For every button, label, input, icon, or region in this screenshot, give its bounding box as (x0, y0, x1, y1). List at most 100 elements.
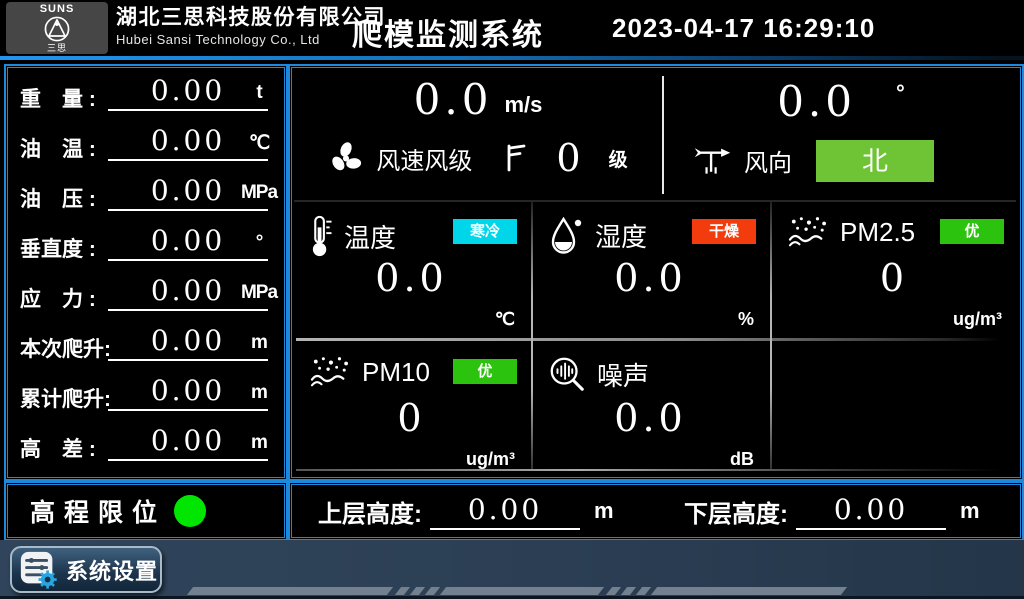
metric-label: 高 差 : (20, 433, 96, 463)
metric-label: 垂直度 : (20, 233, 96, 263)
hydraulic-metrics-panel: 重 量 : 0.00 t 油 温 : 0.00 ℃ 油 压 : 0.00 MPa… (4, 64, 288, 481)
wind-direction-value-line: 0.0 ° (666, 78, 1016, 126)
metric-label: 累计爬升: (20, 383, 111, 413)
upper-height-unit: m (594, 498, 614, 524)
noise-icon (547, 354, 587, 394)
metric-unit: ℃ (240, 132, 278, 155)
status-badge: 优 (940, 219, 1004, 244)
lower-height-group: 下层高度: 0.00 m (684, 485, 980, 537)
wind-direction-display: 北 (816, 140, 934, 182)
taskbar-stripe-slash (425, 587, 440, 595)
wind-direction-label: 风向 (744, 143, 792, 178)
metric-row-oil-pressure: 油 压 : 0.00 MPa (12, 172, 280, 222)
taskbar-stripe-slash (606, 587, 621, 595)
taskbar-stripe-slash (621, 587, 636, 595)
thermometer-icon (308, 214, 334, 258)
logo-suns-text: SUNS (6, 3, 108, 15)
sensor-unit: ug/m³ (466, 449, 515, 470)
sensor-value: 0.0 (533, 396, 768, 440)
sensor-head: 湿度 (547, 214, 647, 256)
sensor-cell-noise: 噪声 0.0 dB (533, 342, 768, 476)
lower-height-value: 0.00 (796, 493, 946, 530)
metric-row-weight: 重 量 : 0.00 t (12, 72, 280, 122)
climbing-formwork-monitor-screen: SUNS 三思 湖北三思科技股份有限公司 Hubei Sansi Technol… (0, 0, 1024, 599)
status-badge: 寒冷 (453, 219, 517, 244)
suns-logo-icon (43, 15, 71, 43)
wind-level-value: 0 (556, 136, 580, 180)
sensor-label: 温度 (344, 218, 396, 255)
metric-label: 油 压 : (20, 183, 96, 213)
metric-row-oil-temp: 油 温 : 0.00 ℃ (12, 122, 280, 172)
fan-icon (328, 140, 364, 176)
sensor-unit: ℃ (495, 309, 515, 330)
sensor-head: 温度 (308, 214, 396, 258)
wind-vane-icon (692, 142, 732, 178)
company-logo: SUNS 三思 (6, 2, 108, 54)
dust-icon (786, 214, 830, 250)
sensor-cell-temperature: 温度 寒冷 0.0 ℃ (294, 202, 529, 336)
lower-height-label: 下层高度: (684, 494, 788, 529)
page-title: 爬模监测系统 (352, 10, 544, 54)
environment-panel-inner: 0.0 m/s 风速风级 (291, 67, 1021, 478)
sensor-label: PM10 (362, 357, 430, 388)
wind-speed-label: 风速风级 (376, 141, 472, 176)
metric-unit: MPa (240, 182, 278, 204)
wind-direction-value: 0.0 (777, 78, 856, 126)
sensor-cell-pm10: PM10 优 0 ug/m³ (294, 342, 529, 476)
company-name-cn: 湖北三思科技股份有限公司 (116, 5, 386, 31)
wind-speed-value-line: 0.0 m/s (294, 76, 662, 124)
grid-line-horizontal-middle (296, 338, 1000, 341)
wind-direction-section: 0.0 ° 风向 北 (666, 70, 1016, 200)
layer-heights-inner: 上层高度: 0.00 m 下层高度: 0.00 m (291, 484, 1021, 538)
metric-list: 重 量 : 0.00 t 油 温 : 0.00 ℃ 油 压 : 0.00 MPa… (12, 70, 280, 475)
wind-section-divider (662, 76, 664, 194)
metric-row-height-diff: 高 差 : 0.00 m (12, 422, 280, 472)
sensor-unit: % (738, 309, 754, 330)
header-divider (0, 56, 1024, 60)
sensor-head: 噪声 (547, 354, 649, 394)
sensor-value: 0 (772, 256, 1016, 300)
elevation-limit-inner: 高程限位 (7, 484, 285, 538)
logo-cn-text: 三思 (6, 43, 108, 53)
layer-heights-panel: 上层高度: 0.00 m 下层高度: 0.00 m (288, 481, 1024, 541)
upper-height-label: 上层高度: (318, 494, 422, 529)
environment-content: 0.0 m/s 风速风级 (294, 70, 1018, 475)
wind-speed-unit: m/s (504, 92, 542, 124)
elevation-limit-label: 高程限位 (30, 493, 166, 529)
taskbar-stripe (440, 587, 604, 595)
sensor-label: PM2.5 (840, 217, 915, 248)
metric-unit: m (240, 332, 278, 354)
upper-height-group: 上层高度: 0.00 m (318, 485, 614, 537)
metric-unit: m (240, 432, 278, 454)
droplet-icon (547, 214, 585, 256)
status-indicator (174, 495, 206, 527)
metric-row-stress: 应 力 : 0.00 MPa (12, 272, 280, 322)
status-badge: 干燥 (692, 219, 756, 244)
metric-label: 重 量 : (20, 83, 96, 113)
lower-height-unit: m (960, 498, 980, 524)
metric-row-total-climb: 累计爬升: 0.00 m (12, 372, 280, 422)
taskbar-stripe (651, 587, 847, 595)
metric-unit: ° (240, 232, 278, 254)
wind-level-line: 风速风级 0 级 (294, 136, 662, 180)
elevation-limit-row: 高程限位 (8, 485, 284, 537)
datetime-display: 2023-04-17 16:29:10 (612, 13, 875, 44)
sensor-value: 0.0 (533, 256, 768, 300)
wind-speed-section: 0.0 m/s 风速风级 (294, 70, 662, 200)
dust-icon (308, 354, 352, 390)
sensor-head: PM2.5 (786, 214, 915, 250)
wind-level-unit: 级 (609, 145, 628, 172)
wind-direction-unit: ° (896, 80, 905, 106)
metric-row-verticality: 垂直度 : 0.00 ° (12, 222, 280, 272)
system-settings-button[interactable]: 系统设置 (10, 546, 162, 593)
metric-row-current-climb: 本次爬升: 0.00 m (12, 322, 280, 372)
sensor-label: 湿度 (595, 217, 647, 254)
sensor-head: PM10 (308, 354, 430, 390)
settings-button-label: 系统设置 (66, 554, 158, 586)
hydraulic-metrics-panel-inner: 重 量 : 0.00 t 油 温 : 0.00 ℃ 油 压 : 0.00 MPa… (7, 67, 285, 478)
wind-direction-label-line: 风向 (692, 142, 792, 178)
metric-unit: m (240, 382, 278, 404)
taskbar: 系统设置 (0, 540, 1024, 599)
metric-label: 油 温 : (20, 133, 96, 163)
header: SUNS 三思 湖北三思科技股份有限公司 Hubei Sansi Technol… (0, 0, 1024, 56)
